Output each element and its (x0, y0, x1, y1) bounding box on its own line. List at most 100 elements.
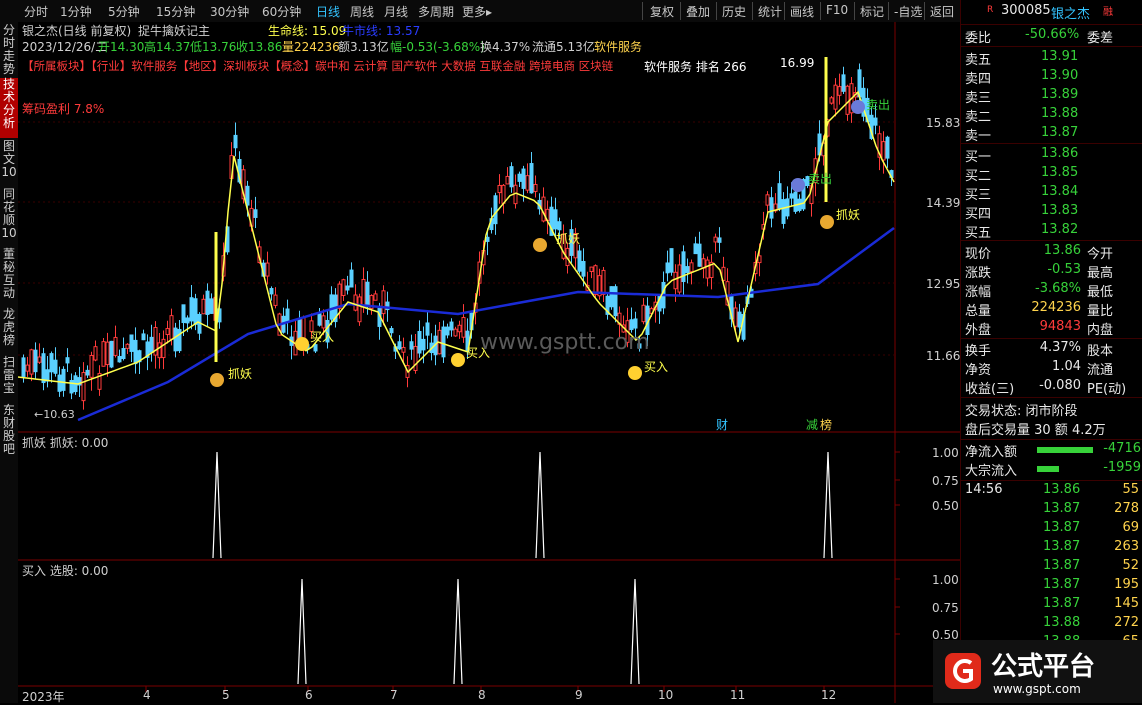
f10-button[interactable]: F10 (826, 3, 848, 17)
bar-high: 高14.37 (144, 40, 191, 54)
candle-body (29, 349, 34, 375)
block-inflow-label: 大宗流入 (965, 464, 1018, 479)
stat-right-label: 今开 (1087, 247, 1114, 262)
candle-body (373, 293, 378, 301)
bid-row: 买一 13.86 (965, 146, 1141, 165)
left-tab-secretary[interactable]: 董秘互动 (0, 248, 18, 306)
period-tab-1min[interactable]: 1分钟 (60, 3, 92, 20)
period-tab-multi[interactable]: 多周期 (418, 3, 454, 20)
tick-volume: 263 (1114, 539, 1139, 554)
candle-body (337, 283, 342, 309)
candle-body (349, 269, 354, 288)
fuquan-button[interactable]: 复权 (650, 3, 674, 20)
sub2-title[interactable]: 买入 选股: 0.00 (22, 562, 108, 579)
candle-body (105, 341, 110, 366)
ask-row: 卖二 13.88 (965, 106, 1141, 125)
draw-line-button[interactable]: 画线 (790, 3, 814, 20)
candle-body (65, 357, 70, 364)
kline-chart[interactable] (18, 22, 960, 703)
candle-body (665, 262, 670, 274)
overlay-button[interactable]: 叠加 (686, 3, 710, 20)
left-tab-guba[interactable]: 东财股吧 (0, 404, 18, 462)
buy-label-3: 买入 (644, 360, 669, 374)
left-tab-dragon-tiger[interactable]: 龙虎榜 (0, 308, 18, 354)
candle-body (353, 294, 358, 311)
candle-body (837, 86, 842, 96)
candle-body (497, 184, 502, 194)
candle-body (109, 340, 114, 368)
stat-label: 涨幅 (965, 285, 992, 300)
logo-icon (945, 653, 981, 689)
bid-price: 13.83 (1041, 203, 1079, 218)
reduce-marker[interactable]: 减 (806, 416, 818, 433)
bid-price: 13.85 (1041, 165, 1079, 180)
candle-body (669, 248, 674, 273)
left-tab-ths[interactable]: 同花顺10 (0, 188, 18, 246)
stock-title: 银之杰(日线 前复权) (22, 24, 132, 38)
candle-body (457, 324, 462, 333)
left-tab-graphic[interactable]: 图文10 (0, 140, 18, 186)
candle-body (397, 341, 402, 350)
candle-body (189, 297, 194, 322)
mark-button[interactable]: 标记 (860, 3, 884, 20)
period-tab-60min[interactable]: 60分钟 (262, 3, 301, 20)
candle-body (769, 197, 774, 219)
indicator-title[interactable]: 捉牛擒妖记主 (138, 22, 210, 39)
period-tab-more[interactable]: 更多▸ (462, 3, 492, 20)
candle-body (93, 346, 98, 361)
candle-body (173, 327, 178, 352)
period-tab-weekly[interactable]: 周线 (350, 3, 374, 20)
rank-marker[interactable]: 榜 (820, 416, 832, 433)
finance-marker[interactable]: 财 (716, 416, 728, 433)
gspt-logo: 公式平台 www.gspt.com (933, 640, 1142, 703)
candle-body (529, 163, 534, 194)
high-price-label: 16.99 (780, 56, 815, 70)
candle-body (485, 236, 490, 242)
period-tab-15min[interactable]: 15分钟 (156, 3, 195, 20)
margin-badge: 融 (1103, 7, 1113, 18)
stat2-row: 收益(三) -0.080 PE(动) (965, 378, 1141, 397)
candle-body (593, 265, 598, 295)
buy-icon-1 (295, 337, 309, 351)
tick-time: 14:56 (965, 482, 1003, 497)
left-tab-minesweeper[interactable]: 扫雷宝 (0, 356, 18, 402)
ask-price: 13.91 (1041, 49, 1079, 64)
ask-row: 卖三 13.89 (965, 87, 1141, 106)
candle-body (577, 250, 582, 272)
sub2-tick-1: 1.00 (932, 573, 959, 587)
sell-label-2: 卖出 (866, 98, 891, 112)
period-tab-5min[interactable]: 5分钟 (108, 3, 140, 20)
bid-row: 买四 13.83 (965, 203, 1141, 222)
bar-date: 2023/12/26/二 (22, 40, 108, 54)
bar-amount: 额3.13亿 (338, 40, 389, 54)
catch-icon-3 (820, 215, 834, 229)
x-tick-year: 2023年 (22, 690, 65, 704)
stats-button[interactable]: 统计 (758, 3, 782, 20)
bid-price: 13.86 (1041, 146, 1079, 161)
sub1-title[interactable]: 抓妖 抓妖: 0.00 (22, 434, 108, 451)
tick-time-row: 13.87 263 (965, 539, 1141, 558)
stat-label: 总量 (965, 304, 992, 319)
period-tab-daily[interactable]: 日线 (316, 3, 340, 20)
stat-label: 涨跌 (965, 266, 992, 281)
price-tick-4: 11.66 (926, 349, 961, 363)
left-tab-tech-analysis[interactable]: 技术分析 (0, 78, 18, 138)
watchlist-button[interactable]: -自选 (894, 3, 922, 20)
x-tick-4: 4 (143, 688, 151, 702)
period-tab-monthly[interactable]: 月线 (384, 3, 408, 20)
catch-label-3: 抓妖 (836, 208, 861, 222)
period-tab-30min[interactable]: 30分钟 (210, 3, 249, 20)
candle-body (401, 346, 406, 353)
candle-body (169, 315, 174, 340)
x-tick-6: 6 (305, 688, 313, 702)
catch-icon-1 (210, 373, 224, 387)
history-button[interactable]: 历史 (722, 3, 746, 20)
x-tick-12: 12 (821, 688, 837, 702)
tick-volume: 69 (1122, 520, 1139, 535)
candle-body (45, 369, 50, 382)
back-button[interactable]: 返回 (930, 3, 954, 20)
period-tab-fenshi[interactable]: 分时 (24, 3, 48, 20)
left-tab-timeshare[interactable]: 分时走势 (0, 24, 18, 76)
candle-body (165, 328, 170, 336)
stat-value: 13.86 (1043, 243, 1081, 258)
